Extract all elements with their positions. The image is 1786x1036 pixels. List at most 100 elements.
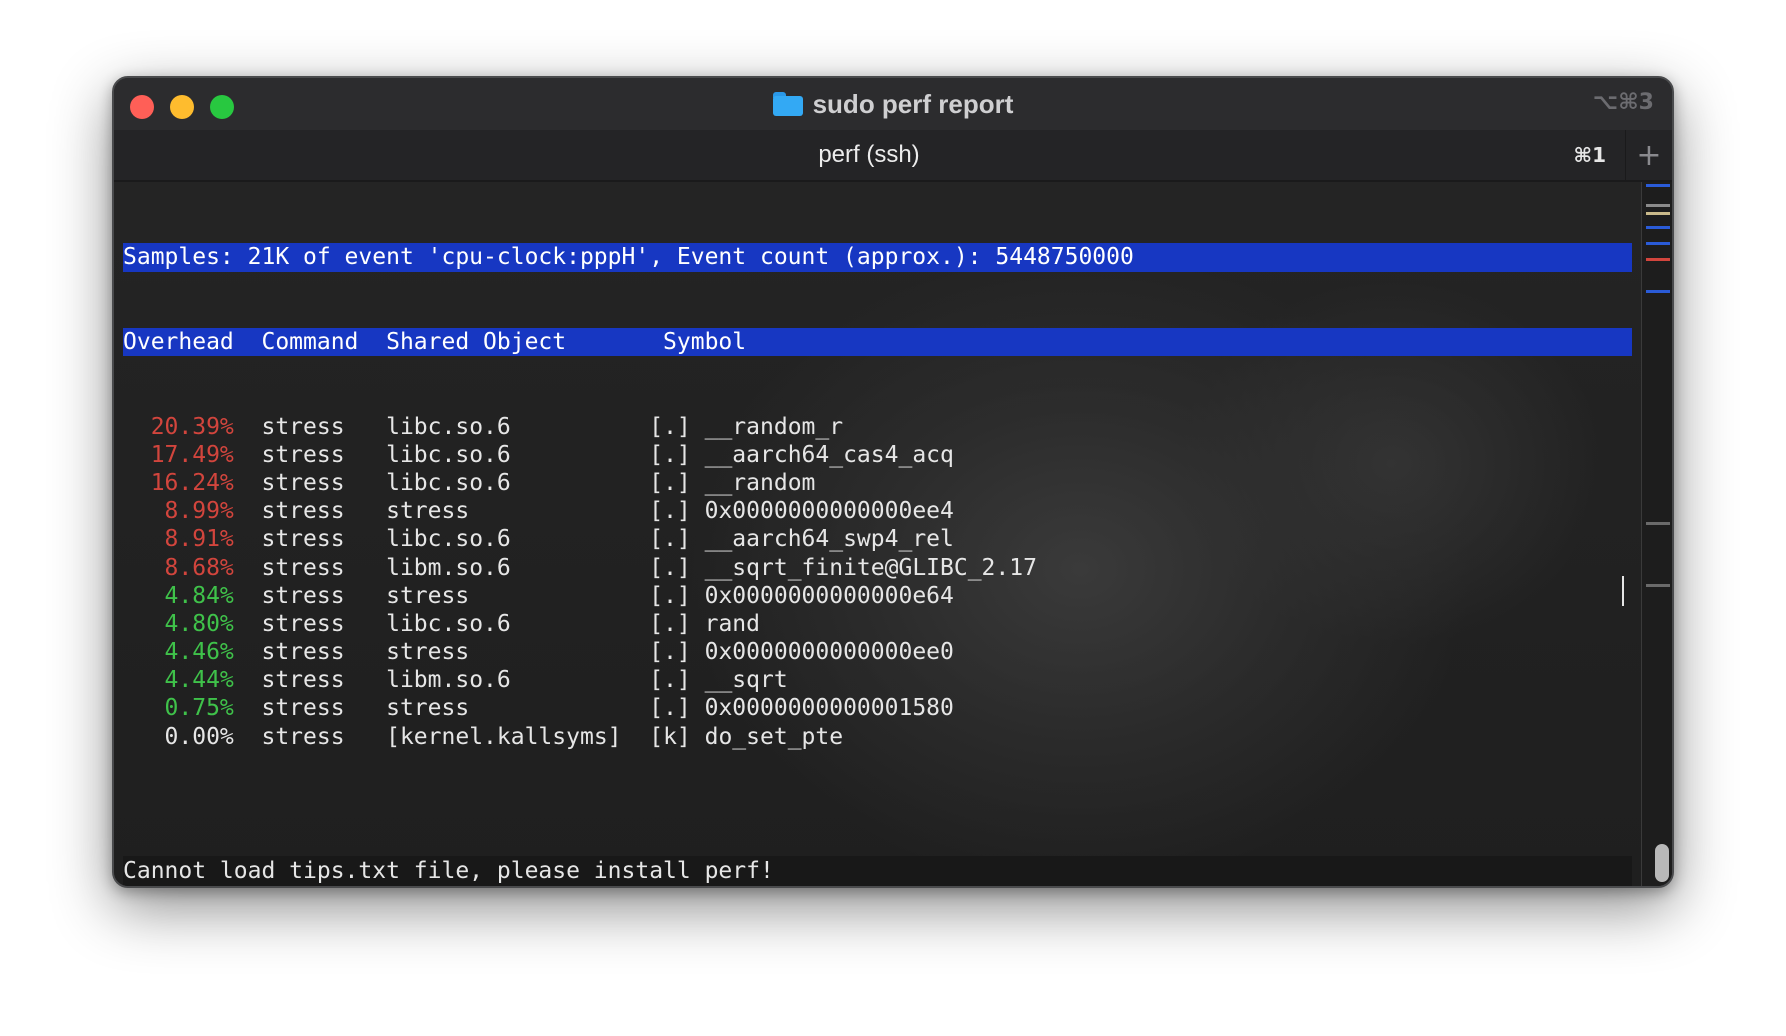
minimap-scrollbar[interactable]	[1641, 182, 1672, 886]
symbol-value: [.] __sqrt	[649, 667, 788, 694]
command-value: stress	[233, 610, 387, 637]
minimap-mark	[1646, 584, 1670, 587]
title-bar[interactable]: sudo perf report ⌥⌘3	[114, 78, 1672, 130]
command-value: stress	[233, 695, 387, 722]
perf-row[interactable]: 4.46% stress stress [.] 0x0000000000000e…	[123, 638, 1632, 666]
overhead-value: 0.75%	[123, 695, 234, 722]
shared-object-value: libc.so.6	[386, 610, 650, 637]
overhead-value: 20.39%	[123, 413, 234, 440]
perf-row[interactable]: 4.44% stress libm.so.6 [.] __sqrt	[123, 666, 1632, 694]
terminal-view[interactable]: Samples: 21K of event 'cpu-clock:pppH', …	[114, 182, 1672, 886]
symbol-value: [k] do_set_pte	[649, 723, 844, 750]
window-shortcut: ⌥⌘3	[1592, 90, 1654, 115]
symbol-value: [.] __aarch64_swp4_rel	[649, 526, 954, 553]
terminal-output: Samples: 21K of event 'cpu-clock:pppH', …	[123, 187, 1632, 807]
command-value: stress	[233, 639, 387, 666]
row-details: stress libc.so.6 [.] __random_r	[234, 414, 843, 440]
row-details: stress [kernel.kallsyms] [k] do_set_pte	[234, 724, 843, 750]
new-tab-button[interactable]: +	[1625, 130, 1672, 180]
minimap-mark	[1646, 212, 1670, 215]
perf-row[interactable]: 16.24% stress libc.so.6 [.] __random	[123, 469, 1632, 497]
perf-row[interactable]: 8.91% stress libc.so.6 [.] __aarch64_swp…	[123, 525, 1632, 553]
perf-row[interactable]: 0.75% stress stress [.] 0x00000000000015…	[123, 694, 1632, 722]
command-value: stress	[233, 554, 387, 581]
perf-column-headers: Overhead Command Shared Object Symbol	[123, 328, 1632, 357]
perf-row[interactable]: 8.99% stress stress [.] 0x0000000000000e…	[123, 497, 1632, 525]
shared-object-value: libc.so.6	[386, 441, 650, 468]
minimap-mark	[1646, 522, 1670, 525]
symbol-value: [.] __sqrt_finite@GLIBC_2.17	[649, 554, 1037, 581]
shared-object-value: stress	[386, 639, 650, 666]
perf-row[interactable]: 0.00% stress [kernel.kallsyms] [k] do_se…	[123, 723, 1632, 751]
shared-object-value: libm.so.6	[386, 667, 650, 694]
tab-perf-ssh[interactable]: perf (ssh)	[114, 130, 1624, 180]
overhead-value: 4.84%	[123, 582, 234, 609]
command-value: stress	[233, 582, 387, 609]
symbol-value: [.] 0x0000000000001580	[649, 695, 954, 722]
status-line: Cannot load tips.txt file, please instal…	[123, 856, 1632, 886]
shared-object-value: [kernel.kallsyms]	[386, 723, 650, 750]
row-details: stress libc.so.6 [.] __aarch64_swp4_rel	[233, 526, 954, 553]
perf-row[interactable]: 17.49% stress libc.so.6 [.] __aarch64_ca…	[123, 441, 1632, 469]
symbol-value: [.] __random_r	[649, 413, 844, 440]
symbol-value: [.] 0x0000000000000ee0	[649, 639, 954, 666]
command-value: stress	[233, 526, 387, 553]
symbol-value: [.] 0x0000000000000e64	[649, 582, 954, 609]
window-title-group: sudo perf report	[114, 78, 1672, 130]
row-details: stress stress [.] 0x0000000000001580	[233, 695, 954, 722]
overhead-value: 16.24%	[123, 469, 234, 496]
row-details: stress stress [.] 0x0000000000000ee0	[233, 639, 954, 666]
shared-object-value: libc.so.6	[386, 413, 650, 440]
row-details: stress libc.so.6 [.] rand	[234, 611, 760, 637]
command-value: stress	[233, 723, 387, 750]
overhead-value: 4.80%	[123, 610, 234, 637]
symbol-value: [.] __random	[649, 469, 816, 496]
symbol-value: [.] 0x0000000000000ee4	[649, 498, 954, 525]
row-details: stress stress [.] 0x0000000000000ee4	[233, 498, 954, 525]
minimap-mark	[1646, 226, 1670, 229]
overhead-value: 8.99%	[123, 498, 234, 525]
shared-object-value: stress	[386, 498, 650, 525]
overhead-value: 8.91%	[123, 526, 234, 553]
minimap-mark	[1646, 290, 1670, 293]
row-details: stress libm.so.6 [.] __sqrt	[233, 667, 788, 694]
minimap-mark	[1646, 184, 1670, 187]
row-details: stress libc.so.6 [.] __random	[233, 469, 816, 496]
symbol-value: [.] rand	[649, 610, 760, 637]
row-details: stress libc.so.6 [.] __aarch64_cas4_acq	[233, 441, 954, 468]
shared-object-value: stress	[386, 582, 650, 609]
terminal-window: sudo perf report ⌥⌘3 perf (ssh) ⌘1 + Sam…	[112, 76, 1674, 888]
shared-object-value: libc.so.6	[386, 526, 650, 553]
perf-row[interactable]: 8.68% stress libm.so.6 [.] __sqrt_finite…	[123, 554, 1632, 582]
symbol-value: [.] __aarch64_cas4_acq	[649, 441, 954, 468]
tab-label: perf (ssh)	[818, 141, 920, 168]
scrollbar-thumb[interactable]	[1655, 844, 1669, 882]
perf-row[interactable]: 20.39% stress libc.so.6 [.] __random_r	[123, 413, 1632, 441]
row-details: stress libm.so.6 [.] __sqrt_finite@GLIBC…	[233, 554, 1037, 581]
overhead-value: 4.44%	[123, 667, 234, 694]
minimap-mark	[1646, 242, 1670, 245]
minimap-mark	[1646, 258, 1670, 261]
perf-row[interactable]: 4.80% stress libc.so.6 [.] rand	[123, 610, 1632, 638]
overhead-value: 17.49%	[123, 441, 234, 468]
perf-rows: 20.39% stress libc.so.6 [.] __random_r 1…	[123, 413, 1632, 751]
shared-object-value: libm.so.6	[386, 554, 650, 581]
overhead-value: 0.00%	[123, 723, 234, 750]
perf-row[interactable]: 4.84% stress stress [.] 0x0000000000000e…	[123, 582, 1632, 610]
tab-shortcut: ⌘1	[1573, 143, 1606, 167]
overhead-value: 8.68%	[123, 554, 234, 581]
tab-bar: perf (ssh) ⌘1 +	[114, 130, 1672, 182]
perf-header-line: Samples: 21K of event 'cpu-clock:pppH', …	[123, 243, 1632, 272]
command-value: stress	[233, 667, 387, 694]
shared-object-value: libc.so.6	[386, 469, 650, 496]
overhead-value: 4.46%	[123, 639, 234, 666]
minimap-mark	[1646, 204, 1670, 207]
shared-object-value: stress	[386, 695, 650, 722]
text-cursor	[1622, 576, 1624, 606]
window-title: sudo perf report	[812, 88, 1014, 119]
folder-icon	[772, 92, 803, 116]
command-value: stress	[233, 413, 387, 440]
command-value: stress	[233, 498, 387, 525]
command-value: stress	[233, 441, 387, 468]
command-value: stress	[233, 469, 387, 496]
